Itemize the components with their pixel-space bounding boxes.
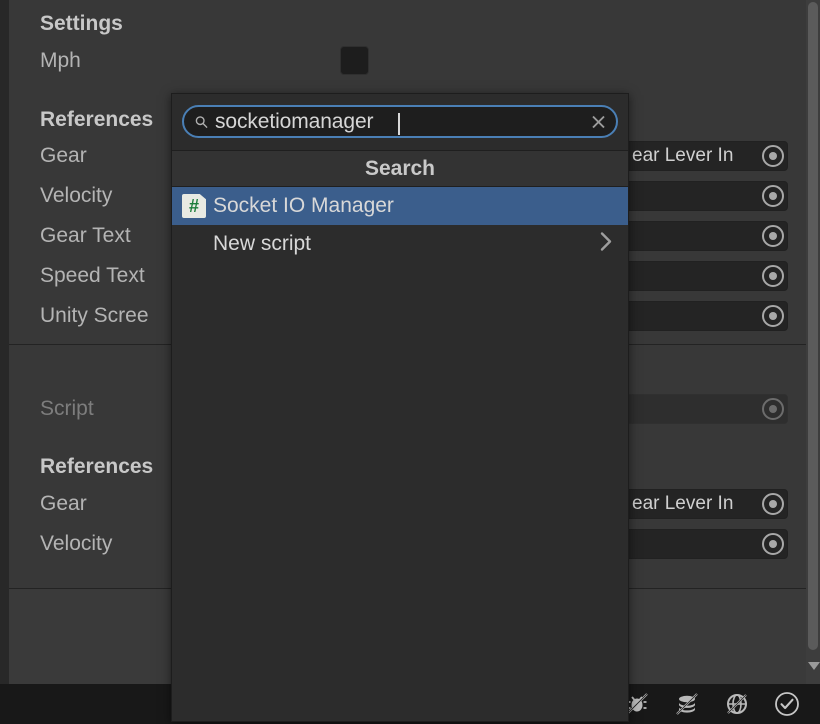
speed-text-label: Speed Text	[40, 264, 145, 288]
object-picker-icon[interactable]	[762, 265, 784, 287]
script-label: Script	[40, 397, 94, 421]
object-picker-icon[interactable]	[762, 305, 784, 327]
unity-screen-object-field[interactable]	[624, 301, 788, 331]
list-item[interactable]: New script	[172, 225, 628, 263]
script-object-field	[624, 394, 788, 424]
velocity-object-field-body[interactable]	[624, 529, 788, 559]
search-field[interactable]: socketiomanager	[182, 105, 618, 138]
settings-header-row: Settings	[9, 4, 806, 44]
velocity-label-body: Velocity	[40, 532, 112, 556]
chevron-right-icon	[599, 231, 613, 258]
gear-object-value-body: ear Lever In	[632, 493, 750, 515]
gear-object-field-body[interactable]: ear Lever In	[624, 489, 788, 519]
vertical-scrollbar[interactable]	[806, 0, 820, 684]
mph-checkbox[interactable]	[340, 46, 369, 75]
velocity-object-field-top[interactable]	[624, 181, 788, 211]
layers-muted-icon[interactable]	[662, 684, 712, 724]
cs-script-icon: #	[182, 194, 206, 218]
unity-screen-label: Unity Scree	[40, 304, 149, 328]
chevron-down-icon[interactable]	[808, 662, 820, 670]
text-caret	[398, 113, 400, 135]
object-picker-icon[interactable]	[762, 493, 784, 515]
row-mph[interactable]: Mph	[9, 41, 806, 81]
global-muted-icon[interactable]	[712, 684, 762, 724]
object-picker-icon	[762, 398, 784, 420]
search-input-value[interactable]: socketiomanager	[215, 110, 373, 134]
list-item-label: Socket IO Manager	[213, 194, 394, 218]
search-icon	[195, 115, 208, 128]
velocity-label-top: Velocity	[40, 184, 112, 208]
settings-header-label: Settings	[40, 12, 123, 36]
gear-object-field-top[interactable]: ear Lever In	[624, 141, 788, 171]
close-icon[interactable]	[590, 113, 607, 130]
script-search-popup: socketiomanager Search # Socket IO Manag…	[171, 93, 629, 722]
references-header-label-top: References	[40, 108, 153, 132]
list-item[interactable]: # Socket IO Manager	[172, 187, 628, 225]
gear-label-top: Gear	[40, 144, 87, 168]
list-item-label: New script	[213, 232, 311, 256]
check-circle-icon[interactable]	[762, 684, 812, 724]
speed-text-object-field[interactable]	[624, 261, 788, 291]
mph-label: Mph	[40, 49, 81, 73]
references-header-label-body: References	[40, 455, 153, 479]
object-picker-icon[interactable]	[762, 533, 784, 555]
gear-object-value-top: ear Lever In	[632, 145, 750, 167]
object-picker-icon[interactable]	[762, 145, 784, 167]
status-bar-icons	[612, 684, 812, 724]
panel-left-rail	[0, 0, 9, 684]
scrollbar-thumb[interactable]	[808, 2, 818, 650]
object-picker-icon[interactable]	[762, 185, 784, 207]
popup-title: Search	[172, 151, 628, 186]
gear-text-label: Gear Text	[40, 224, 131, 248]
gear-text-object-field[interactable]	[624, 221, 788, 251]
object-picker-icon[interactable]	[762, 225, 784, 247]
gear-label-body: Gear	[40, 492, 87, 516]
